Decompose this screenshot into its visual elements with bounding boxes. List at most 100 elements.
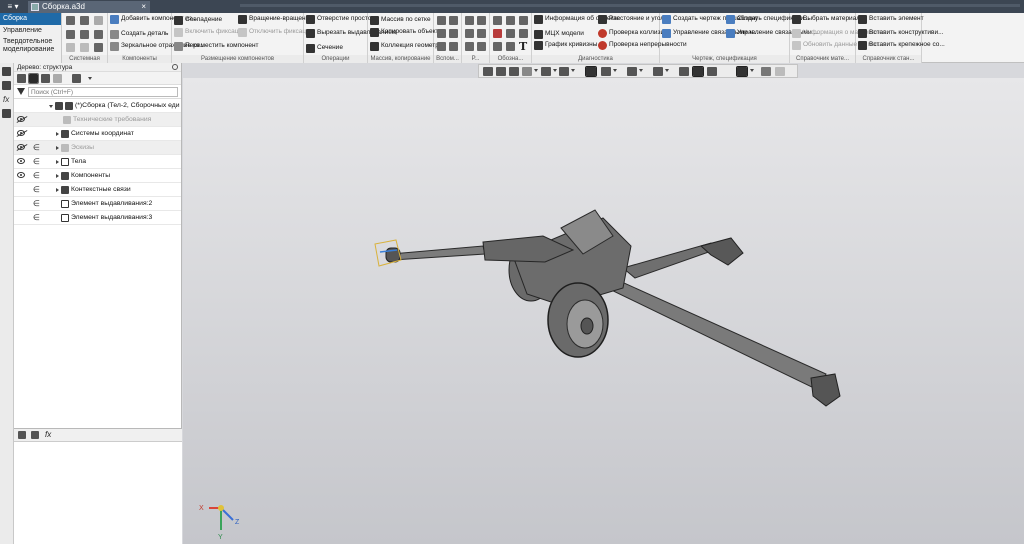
mark-icon[interactable] [506,42,515,51]
offset-plane-icon[interactable] [449,29,458,38]
move-component-button[interactable]: Переместить компонент [174,42,259,51]
insert-fastener-button[interactable]: Вставить крепежное со... [858,41,945,50]
point-icon[interactable] [437,29,446,38]
category-management[interactable]: Управление [0,25,61,37]
orientation-icon[interactable] [541,67,551,76]
expand-icon[interactable] [56,174,59,178]
category-assembly[interactable]: Сборка [0,13,61,25]
zoom-window-icon[interactable] [483,67,493,76]
grid-pattern-button[interactable]: Массив по сетке [370,16,431,25]
include-icon[interactable]: ∈ [33,172,40,180]
tree-settings-icon[interactable] [72,74,81,83]
print-icon[interactable] [66,30,75,39]
document-tab[interactable]: Сборка.a3d × [28,1,150,13]
filter-icon[interactable] [736,66,748,77]
base-icon[interactable] [519,29,528,38]
dimension-icon[interactable] [465,29,474,38]
rotate-icon[interactable] [522,67,532,76]
howitzer-model[interactable]: X Z Y [183,78,1024,544]
perspective-icon[interactable] [679,67,689,76]
tree-view-icon[interactable] [41,74,50,83]
hide-dropdown-icon[interactable] [639,69,643,72]
insert-element-button[interactable]: Вставить элемент [858,15,924,24]
distance-angle-button[interactable]: Расстояние и угол [598,15,664,24]
shaded-display-icon[interactable] [585,66,597,77]
view-dropdown-icon[interactable] [571,69,575,72]
visibility-off-icon[interactable] [17,116,25,122]
tree-row-extrusion-3[interactable]: ∈ Элемент выдавливания:3 [14,211,181,225]
expand-icon[interactable] [56,132,59,136]
app-menu-button[interactable]: ≡ ▾ [2,1,24,12]
display-mode-icon[interactable] [601,67,611,76]
expand-icon[interactable] [56,160,59,164]
category-solid-modeling[interactable]: Твердотельное моделирование [0,37,61,55]
expand-icon[interactable] [56,188,59,192]
leader-icon[interactable] [506,29,515,38]
include-icon[interactable]: ∈ [33,214,40,222]
tree-row-extrusion-2[interactable]: ∈ Элемент выдавливания:2 [14,197,181,211]
csys-icon[interactable] [449,42,458,51]
properties-tab-icon[interactable] [31,431,39,439]
pencil-icon[interactable] [775,67,785,76]
tree-filter-funnel-icon[interactable] [17,88,25,95]
tree-search-input[interactable] [28,87,178,97]
zoom-icon[interactable] [496,67,506,76]
redo-icon[interactable] [80,43,89,52]
visibility-off-icon[interactable] [17,144,25,150]
designation-1-icon[interactable] [493,16,502,25]
section-view-icon[interactable] [653,67,663,76]
create-part-button[interactable]: Создать деталь [110,30,168,39]
section-button[interactable]: Сечение [306,44,343,53]
structure-mode-icon[interactable] [28,73,39,84]
include-icon[interactable]: ∈ [33,144,40,152]
axis-icon[interactable] [449,16,458,25]
layer-icon[interactable] [477,42,486,51]
tree-row-bodies[interactable]: ∈ Тела [14,155,181,169]
constraint-icon[interactable] [477,29,486,38]
view-orientation-icon[interactable] [559,67,569,76]
insert-structural-button[interactable]: Вставить конструктиви... [858,29,944,38]
tree-row-tech-requirements[interactable]: Технические требования [14,113,181,127]
rotation-rotation-button[interactable]: Вращение-вращение [238,15,313,24]
new-file-icon[interactable] [66,16,75,25]
tree-row-context-links[interactable]: ∈ Контекстные связи [14,183,181,197]
filter-dropdown-icon[interactable] [750,69,754,72]
hide-icon[interactable] [627,67,637,76]
select-material-button[interactable]: Выбрать материал... [792,15,866,24]
collision-check-button[interactable]: Проверка коллизий [598,29,668,38]
layers-panel-icon[interactable] [2,109,11,118]
simple-hole-button[interactable]: Отверстие простое [306,15,375,24]
display-mode-dropdown-icon[interactable] [613,69,617,72]
include-icon[interactable]: ∈ [33,200,40,208]
variables-tab-icon[interactable]: fx [45,430,51,439]
select-icon[interactable] [761,67,771,76]
roughness-icon[interactable] [493,29,502,38]
save-icon[interactable] [94,16,103,25]
visibility-icon[interactable] [17,172,25,178]
enable-fixation-button[interactable]: Включить фиксацию [174,28,247,37]
sketch-icon[interactable] [477,16,486,25]
tree-mode-icon[interactable] [17,74,26,83]
designation-2-icon[interactable] [506,16,515,25]
lighting-icon[interactable] [707,67,717,76]
mass-properties-button[interactable]: МЦХ модели [534,30,584,39]
undo-icon[interactable] [66,43,75,52]
properties-icon[interactable] [80,30,89,39]
properties-panel-icon[interactable] [2,81,11,90]
tree-settings-dropdown-icon[interactable] [88,77,92,80]
pin-icon[interactable] [172,64,178,70]
coincidence-button[interactable]: Совпадение [174,16,222,25]
visibility-off-icon[interactable] [17,130,25,136]
tree-tab-icon[interactable] [18,431,26,439]
tolerance-icon[interactable] [493,42,502,51]
include-icon[interactable]: ∈ [33,186,40,194]
tree-row-sketches[interactable]: ∈ Эскизы [14,141,181,155]
text-tool-icon[interactable]: T [519,40,527,53]
tree-row-components[interactable]: ∈ Компоненты [14,169,181,183]
pan-icon[interactable] [509,67,519,76]
include-icon[interactable]: ∈ [33,158,40,166]
section-view-dropdown-icon[interactable] [665,69,669,72]
expand-icon[interactable] [56,146,59,150]
paste-icon[interactable] [94,43,103,52]
designation-3-icon[interactable] [519,16,528,25]
